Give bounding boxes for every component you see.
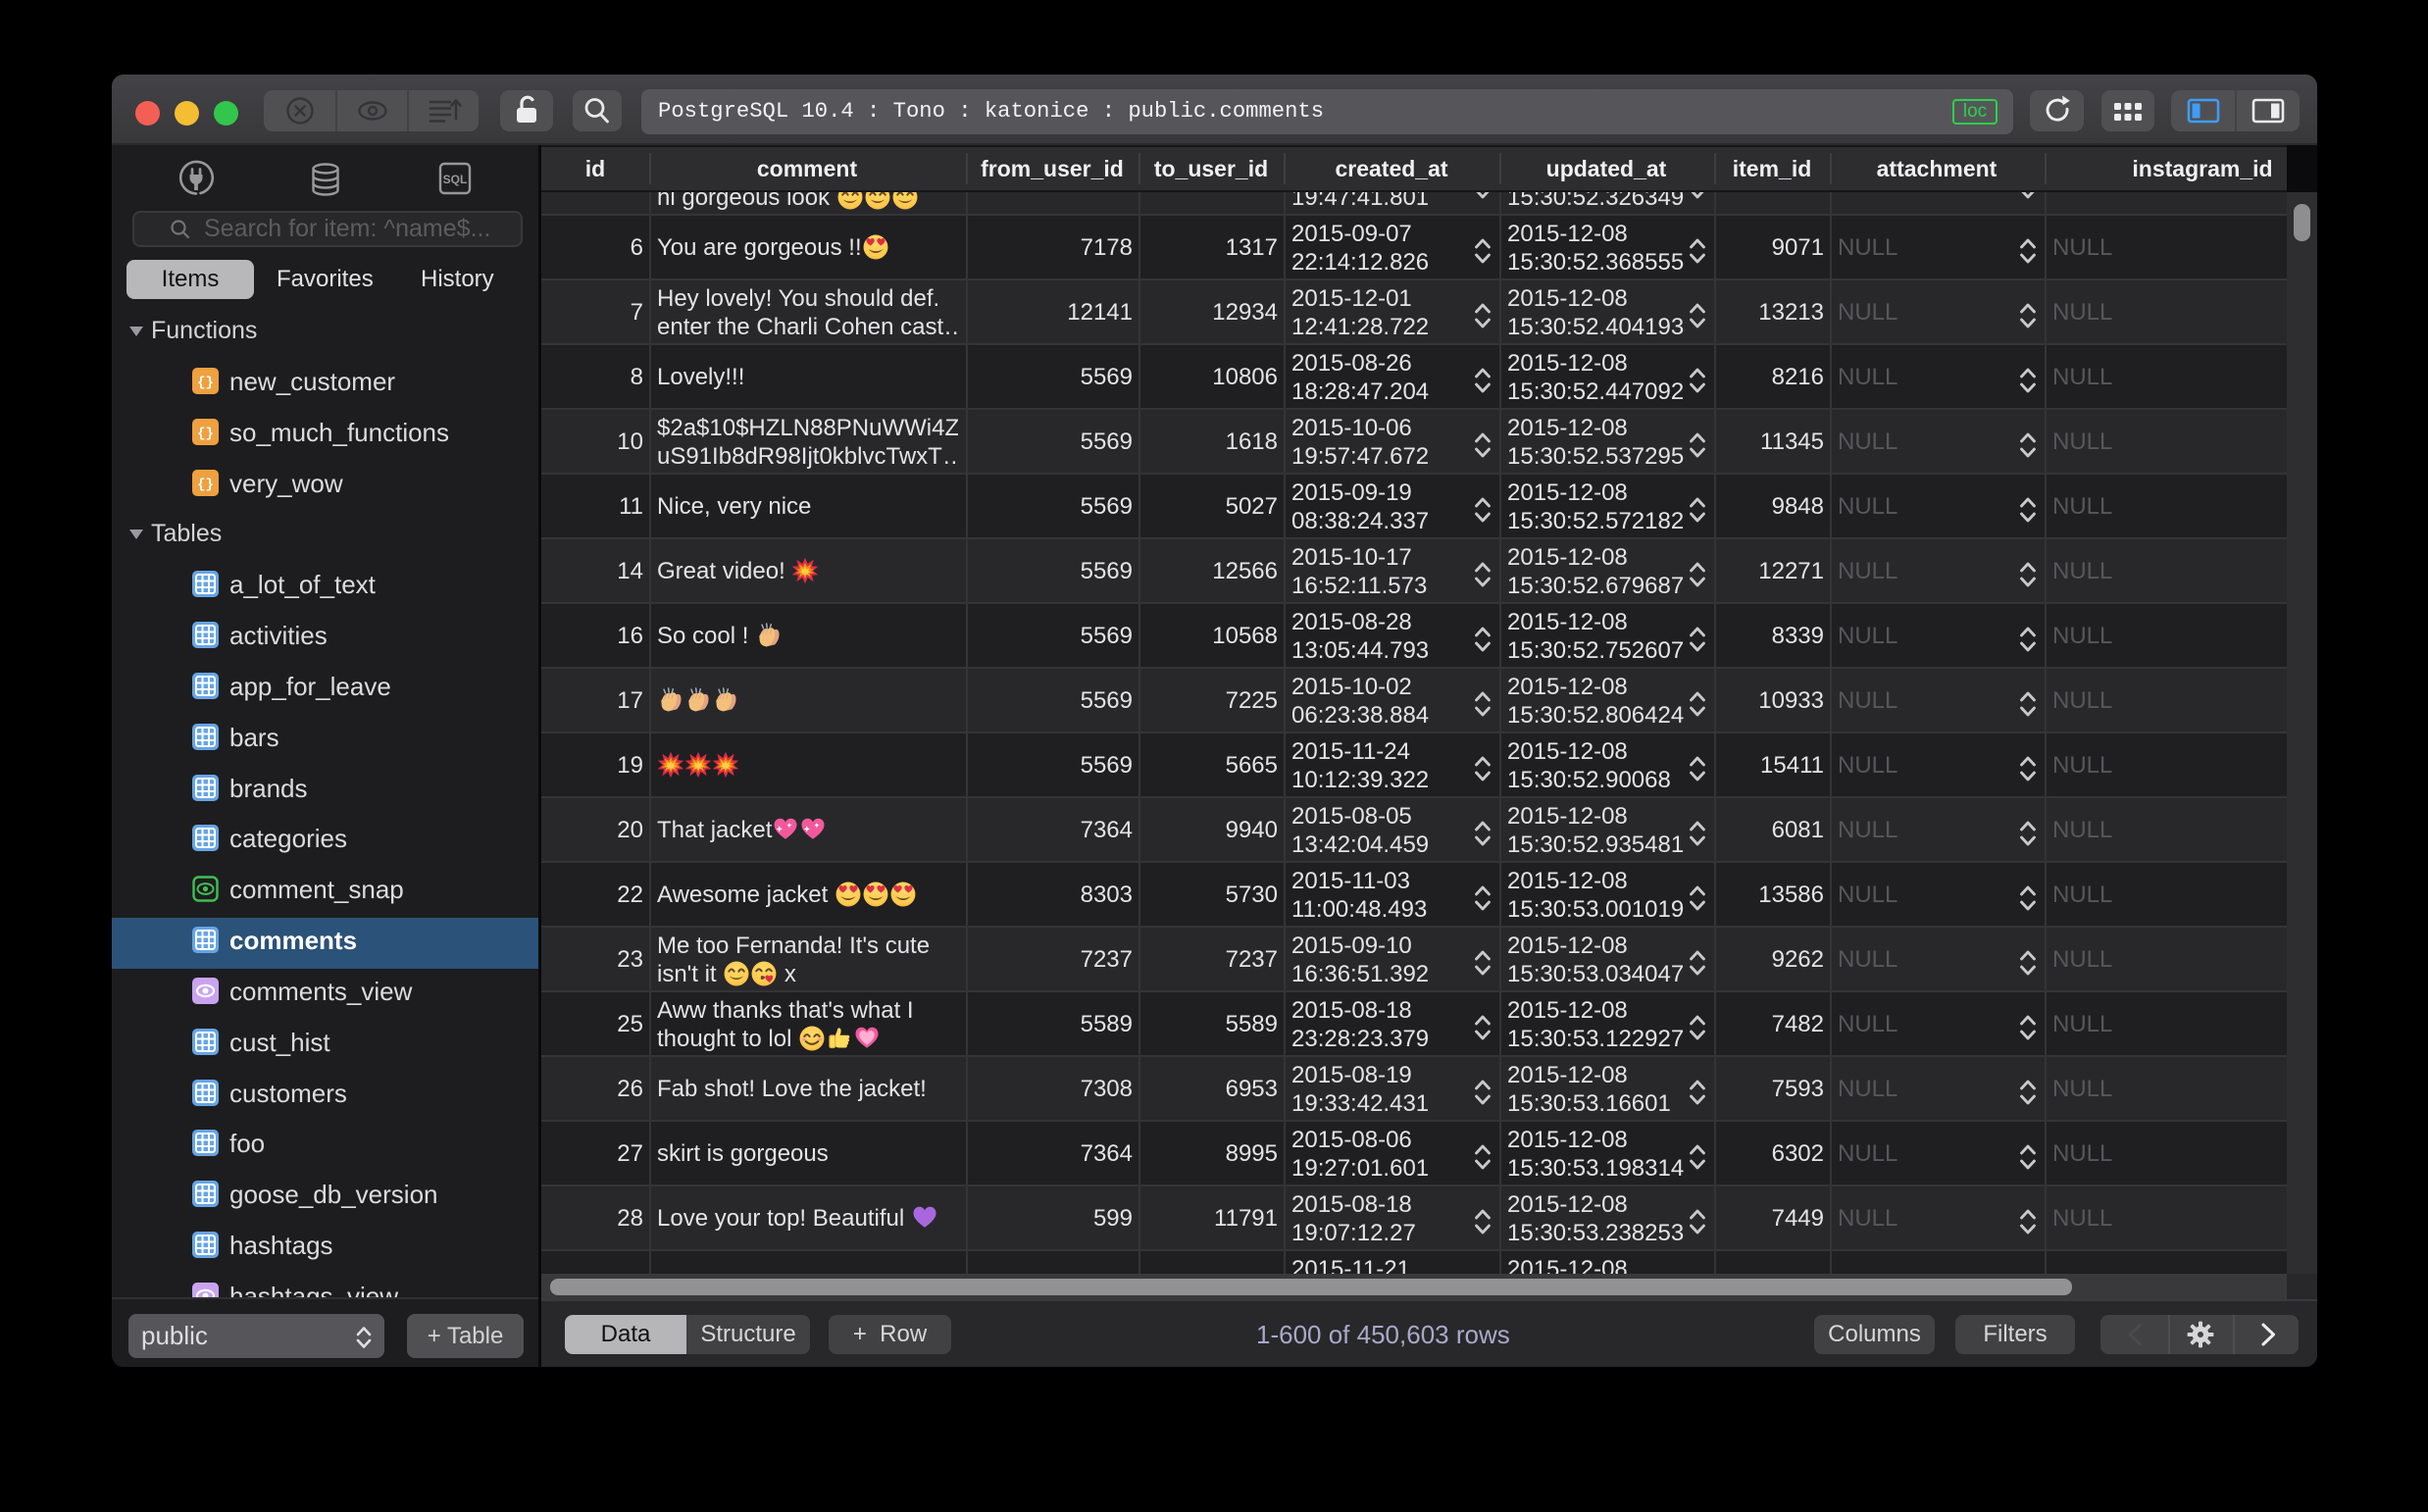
svg-text:{}: {} xyxy=(197,478,214,493)
svg-text:{}: {} xyxy=(197,376,214,391)
svg-text:{}: {} xyxy=(197,427,214,442)
